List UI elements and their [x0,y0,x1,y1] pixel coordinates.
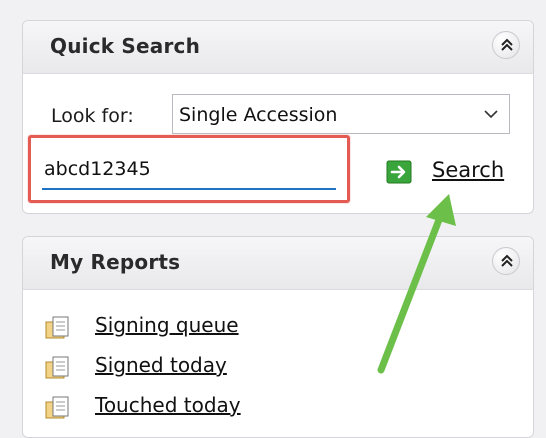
look-for-label: Look for: [51,105,134,127]
double-chevron-up-icon [501,38,513,51]
my-reports-header: My Reports [23,237,533,290]
my-reports-collapse-button[interactable] [492,247,520,275]
search-input[interactable] [42,150,336,190]
quick-search-title: Quick Search [50,34,201,58]
report-label: Signed today [95,353,227,377]
look-for-selected-value: Single Accession [179,104,338,126]
my-reports-title: My Reports [50,250,181,274]
double-chevron-up-icon [501,254,513,267]
chevron-down-icon [484,110,498,119]
quick-search-panel: Quick Search Look for: Single Accession … [22,20,534,214]
report-label: Signing queue [95,313,239,337]
document-folder-icon [45,316,69,339]
look-for-select[interactable]: Single Accession [172,94,510,134]
green-arrow-right-icon[interactable] [386,160,412,184]
quick-search-header: Quick Search [23,21,533,74]
document-folder-icon [45,396,69,419]
my-reports-panel: My Reports Signing queue Signed today To… [22,236,534,438]
search-button[interactable]: Search [432,158,504,182]
quick-search-collapse-button[interactable] [492,31,520,59]
report-label: Touched today [95,393,241,417]
document-folder-icon [45,356,69,379]
